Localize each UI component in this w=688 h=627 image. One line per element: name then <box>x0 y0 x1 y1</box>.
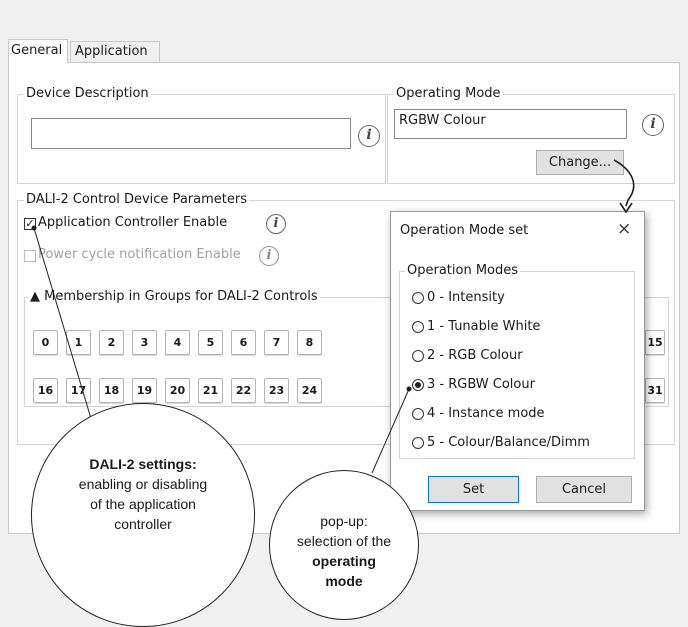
callout-dali-settings: DALI-2 settings: enabling or disabling o… <box>31 403 255 627</box>
callout-dot-right <box>406 386 412 392</box>
callout-line-right <box>371 388 410 474</box>
tab-general[interactable]: General <box>8 39 68 63</box>
callout-right-title: operating mode <box>312 553 376 589</box>
callout-popup: pop-up: selection of the operating mode <box>269 470 419 620</box>
arrow-line <box>613 159 635 207</box>
callout-right-text: pop-up: selection of the <box>296 513 392 549</box>
callout-dot-left <box>31 225 37 231</box>
callout-left-text: enabling or disabling of the application… <box>78 476 208 532</box>
callout-left-title: DALI-2 settings: <box>89 456 197 472</box>
